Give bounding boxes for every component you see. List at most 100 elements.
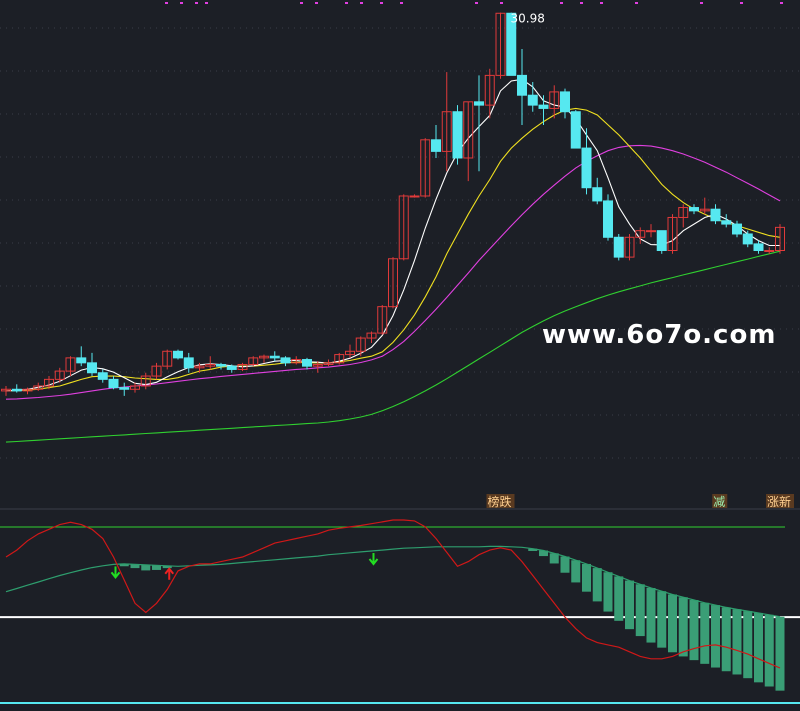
candle-body [269,355,280,359]
top-marker [600,2,603,4]
candle-body [517,74,527,96]
candle [689,204,699,215]
candle-body [689,207,699,212]
top-marker [580,2,583,4]
candle-body [452,111,463,159]
candle [76,346,87,367]
candle [441,72,452,172]
candle-body [527,94,538,106]
top-marker [400,2,403,4]
candle [162,349,173,370]
candle-body [183,357,194,369]
candle-body [216,363,226,367]
candle-body [76,357,87,364]
top-marker [195,2,198,4]
top-marker [700,2,703,4]
candle [323,359,334,367]
candle [592,177,603,205]
candle-body [592,187,603,202]
candle-body [764,250,775,252]
candle-body [280,357,291,364]
peak-price-label: 30.98 [511,12,545,26]
candle [699,197,710,215]
top-marker [300,2,303,4]
chart-stage: 30.98 www.6o7o.com 榜跌 减 涨新 [0,0,800,707]
candle [205,356,216,370]
histogram-bar [614,576,624,621]
candle [570,110,581,149]
candle [775,224,785,254]
candle-body [302,359,312,367]
candle-body [11,388,22,392]
candle-body [538,104,549,109]
candle [334,352,345,365]
candle [119,382,130,396]
top-marker [380,2,383,4]
candle [409,194,420,198]
signal-tags: 榜跌 减 涨新 [486,494,794,509]
oscillator-pane [0,519,800,691]
histogram-bar [625,580,634,630]
candle [355,336,366,357]
candle-body [431,139,441,152]
candle [345,344,355,358]
candle [613,233,624,261]
candle-body [603,200,613,238]
candle [140,372,151,390]
candle [431,124,441,158]
candle [463,101,474,182]
candle [54,367,65,383]
candle-body [560,91,570,113]
top-marker [315,2,318,4]
candle [646,224,656,238]
up-arrow-icon [164,567,175,580]
candle [484,68,495,119]
top-marker [180,2,183,4]
candle [108,376,119,390]
top-marker [740,2,743,4]
histogram-bar [764,614,774,687]
top-marker [500,2,503,4]
candle [1,385,11,396]
candle [710,204,721,225]
candle-body [226,365,237,370]
candle [452,105,463,165]
tag-label: 涨新 [767,494,791,509]
candle-body [119,387,130,390]
candle [269,351,280,362]
candle [366,331,377,344]
candle [560,88,570,119]
candle [173,349,183,360]
candle-body [108,378,119,389]
histogram-bar [711,605,720,668]
candle [11,384,22,393]
candle-body [656,230,667,251]
candle [65,356,76,377]
stock-chart: 30.98 www.6o7o.com 榜跌 减 涨新 [0,2,800,704]
histogram-bar [657,591,667,648]
candle [678,204,689,228]
candle [721,214,732,228]
top-marker [205,2,208,4]
candle [603,194,613,241]
candle-body [173,350,183,359]
candle [183,352,194,373]
histogram-bar [743,611,753,679]
candle [97,369,108,383]
watermark-text: www.6o7o.com [542,320,776,350]
candle-body [409,195,420,198]
candle-body [581,147,592,189]
candle [495,12,506,79]
top-marker [780,2,783,4]
candle [87,352,97,377]
histogram-bar [775,616,785,691]
histogram-bar [560,556,570,573]
tag-label: 榜跌 [488,494,512,509]
top-marker [560,2,563,4]
histogram-bar [141,564,151,571]
histogram-bar [700,602,710,664]
candle-body [710,208,721,222]
histogram-bar [678,597,688,657]
candle [527,81,538,112]
candle [742,230,753,248]
